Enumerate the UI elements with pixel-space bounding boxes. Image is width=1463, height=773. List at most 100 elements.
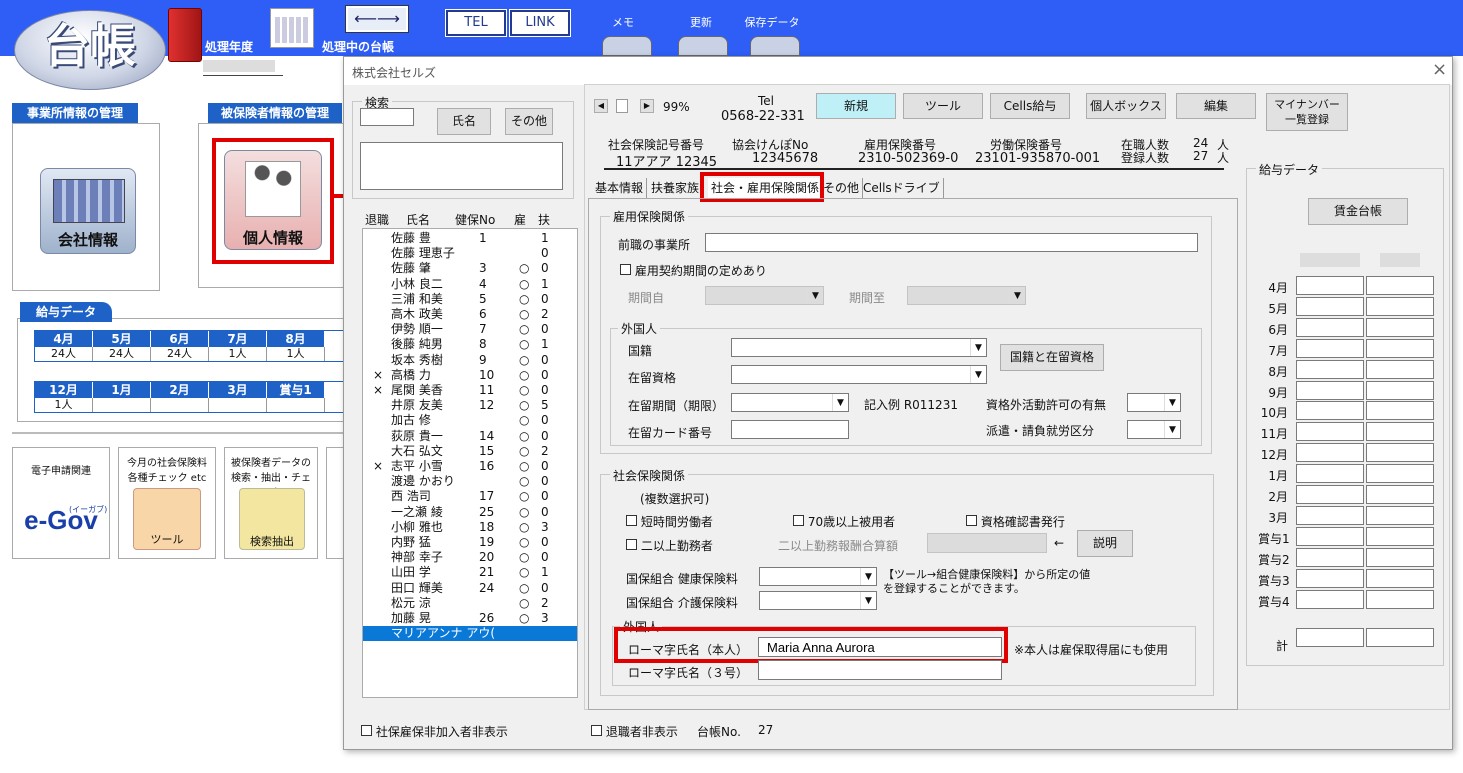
edit-button[interactable]: 編集: [1176, 93, 1256, 119]
short-time-checkbox[interactable]: 短時間労働者: [626, 513, 713, 530]
search-input[interactable]: [360, 108, 414, 126]
search-name-button[interactable]: 氏名: [437, 108, 491, 135]
month-cell[interactable]: [1296, 547, 1364, 567]
month-cell[interactable]: [1366, 317, 1434, 337]
period-from-select[interactable]: ▼: [705, 286, 824, 305]
multi-workplace-total-input[interactable]: [927, 533, 1047, 553]
period-to-select[interactable]: ▼: [907, 286, 1026, 305]
multi-workplace-checkbox[interactable]: 二以上勤務者: [626, 537, 713, 554]
month-cell[interactable]: [1366, 338, 1434, 358]
cells-salary-button[interactable]: Cells給与: [990, 93, 1070, 119]
union-care-select[interactable]: ▼: [759, 591, 877, 610]
salary-total-cell-2[interactable]: [1366, 628, 1434, 647]
list-item[interactable]: 後藤 純男 8 ○ 1: [363, 337, 577, 352]
list-item[interactable]: 田口 輝美 24 ○ 0: [363, 581, 577, 596]
month-cell[interactable]: [1296, 338, 1364, 358]
explain-button[interactable]: 説明: [1077, 530, 1133, 557]
update-new-icon[interactable]: [678, 36, 728, 56]
month-cell[interactable]: [1366, 485, 1434, 504]
next-record-button[interactable]: ▶: [640, 99, 654, 113]
month-cell[interactable]: [1296, 526, 1364, 546]
month-cell[interactable]: [1366, 526, 1434, 546]
month-cell[interactable]: [1296, 296, 1364, 316]
list-item[interactable]: × 高橋 力 10 ○ 0: [363, 368, 577, 383]
month-cell[interactable]: [1296, 589, 1364, 609]
month-cell[interactable]: [1366, 401, 1434, 421]
tab-other[interactable]: その他: [820, 178, 864, 198]
residence-status-select[interactable]: ▼: [731, 365, 987, 384]
month-cell[interactable]: [1366, 296, 1434, 316]
residence-period-select[interactable]: ▼: [731, 393, 849, 412]
new-button[interactable]: 新規: [816, 93, 896, 119]
list-item[interactable]: 三浦 和美 5 ○ 0: [363, 292, 577, 307]
dispatch-select[interactable]: ▼: [1127, 420, 1181, 439]
salary-total-cell-1[interactable]: [1296, 628, 1364, 647]
employee-list[interactable]: 佐藤 豊 1 1 佐藤 理恵子 0 佐藤 肇 3 ○ 0 小林 良二 4 ○ 1 三浦 和美 5 ○ 0 高木 政…: [362, 228, 578, 698]
mynumber-button[interactable]: マイナンバー 一覧登録: [1266, 93, 1348, 131]
search-results-box[interactable]: [360, 142, 563, 190]
month-cell[interactable]: [1296, 443, 1364, 463]
list-item[interactable]: 佐藤 豊 1 1: [363, 231, 577, 246]
month-cell[interactable]: [1296, 401, 1364, 421]
hide-retired-checkbox[interactable]: 退職者非表示: [591, 723, 678, 740]
month-cell[interactable]: [1296, 568, 1364, 588]
list-item[interactable]: 一之瀬 綾 25 ○ 0: [363, 505, 577, 520]
list-item[interactable]: 内野 猛 19 ○ 0: [363, 535, 577, 550]
personal-box-button[interactable]: 個人ボックス: [1086, 93, 1166, 119]
ledger-book-icon[interactable]: [168, 8, 202, 62]
list-item[interactable]: 神部 幸子 20 ○ 0: [363, 550, 577, 565]
list-item[interactable]: 渡邊 かおり ○ 0: [363, 474, 577, 489]
list-item[interactable]: 高木 政美 6 ○ 2: [363, 307, 577, 322]
month-cell[interactable]: [1366, 276, 1434, 295]
month-cell[interactable]: [1296, 422, 1364, 442]
tab-basic[interactable]: 基本情報: [592, 178, 648, 198]
month-cell[interactable]: [1296, 276, 1364, 295]
tab-dependents[interactable]: 扶養家族: [648, 178, 704, 198]
nationality-select[interactable]: ▼: [731, 338, 987, 357]
month-cell[interactable]: [1296, 317, 1364, 337]
memo-icon[interactable]: [602, 36, 652, 56]
month-cell[interactable]: [1366, 589, 1434, 609]
month-cell[interactable]: [1366, 505, 1434, 525]
month-cell[interactable]: [1296, 505, 1364, 525]
personal-info-button[interactable]: 個人情報: [224, 150, 322, 250]
tab-cells-drive[interactable]: Cellsドライブ: [860, 178, 944, 198]
month-cell[interactable]: [1296, 464, 1364, 484]
calendar-icon[interactable]: [270, 8, 314, 48]
month-cell[interactable]: [1296, 485, 1364, 504]
month-cell[interactable]: [1366, 547, 1434, 567]
list-item[interactable]: 小林 良二 4 ○ 1: [363, 277, 577, 292]
egov-card[interactable]: 電子申請関連 e-Gov (イーガブ): [12, 447, 110, 559]
record-slider[interactable]: [616, 99, 628, 113]
monthly-check-card[interactable]: 今月の社会保険料 各種チェック etc ツール: [118, 447, 216, 559]
close-icon[interactable]: ×: [1432, 59, 1447, 80]
hide-nonmember-checkbox[interactable]: 社保雇保非加入者非表示: [361, 723, 508, 740]
contract-period-checkbox[interactable]: 雇用契約期間の定めあり: [620, 262, 767, 279]
list-item[interactable]: 井原 友美 12 ○ 5: [363, 398, 577, 413]
romaji-spouse-input[interactable]: [758, 660, 1002, 680]
list-item[interactable]: 加藤 晃 26 ○ 3: [363, 611, 577, 626]
prev-record-button[interactable]: ◀: [594, 99, 608, 113]
month-cell[interactable]: [1366, 443, 1434, 463]
month-cell[interactable]: [1366, 422, 1434, 442]
residence-card-input[interactable]: [731, 420, 849, 439]
list-item[interactable]: 西 浩司 17 ○ 0: [363, 489, 577, 504]
month-cell[interactable]: [1296, 380, 1364, 400]
link-button[interactable]: LINK: [509, 9, 571, 37]
month-cell[interactable]: [1366, 464, 1434, 484]
company-building-icon[interactable]: 会社情報: [40, 168, 136, 254]
search-other-button[interactable]: その他: [505, 108, 553, 135]
list-item[interactable]: × 志平 小雪 16 ○ 0: [363, 459, 577, 474]
save-briefcase-icon[interactable]: [750, 36, 800, 56]
tel-button[interactable]: TEL: [445, 9, 507, 37]
list-item[interactable]: × 尾関 美香 11 ○ 0: [363, 383, 577, 398]
tool-button[interactable]: ツール: [903, 93, 983, 119]
list-item[interactable]: 伊勢 順一 7 ○ 0: [363, 322, 577, 337]
list-item[interactable]: 大石 弘文 15 ○ 2: [363, 444, 577, 459]
month-cell[interactable]: [1296, 359, 1364, 379]
list-item[interactable]: 荻原 貴一 14 ○ 0: [363, 429, 577, 444]
list-item[interactable]: 小柳 雅也 18 ○ 3: [363, 520, 577, 535]
outside-activity-select[interactable]: ▼: [1127, 393, 1181, 412]
list-item[interactable]: マリアアンナ アウ(: [363, 626, 577, 642]
list-item[interactable]: 山田 学 21 ○ 1: [363, 565, 577, 580]
